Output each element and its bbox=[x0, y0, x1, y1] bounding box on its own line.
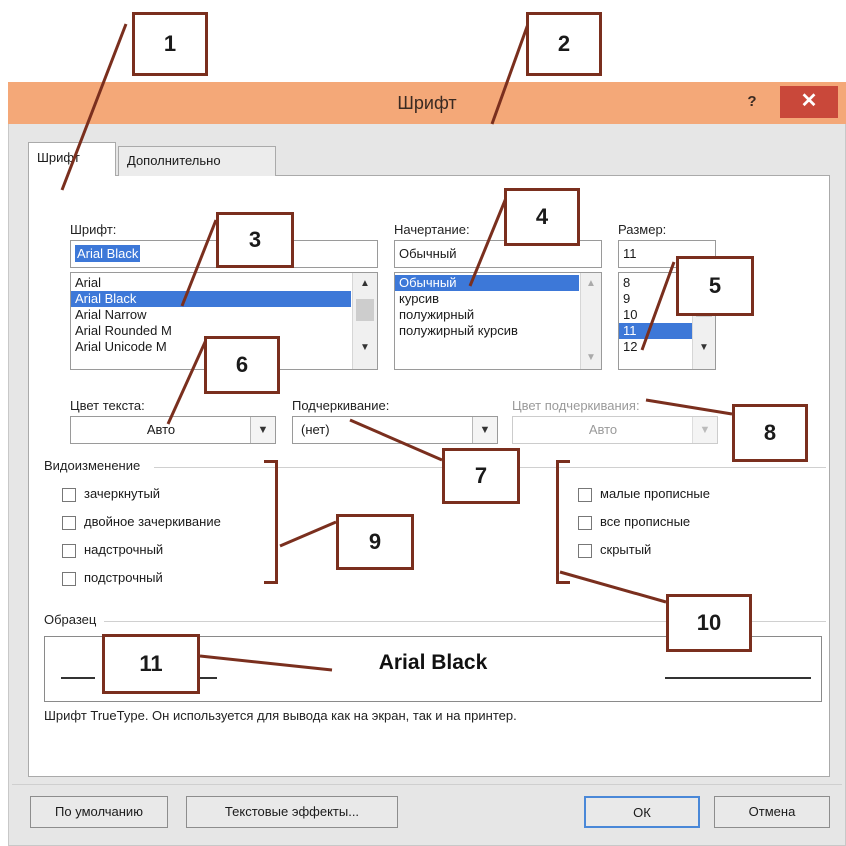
chevron-down-icon[interactable]: ▼ bbox=[250, 417, 275, 443]
bracket-10 bbox=[556, 460, 570, 584]
callout-4: 4 bbox=[504, 188, 580, 246]
all-caps-label: все прописные bbox=[600, 514, 691, 529]
underline-color-label: Цвет подчеркивания: bbox=[512, 398, 640, 413]
callout-11: 11 bbox=[102, 634, 200, 694]
underline-value: (нет) bbox=[301, 422, 330, 437]
small-caps-checkbox[interactable] bbox=[578, 488, 592, 502]
callout-3: 3 bbox=[216, 212, 294, 268]
preview-group-label: Образец bbox=[44, 612, 97, 627]
dialog-title: Шрифт bbox=[397, 93, 457, 113]
superscript-label: надстрочный bbox=[84, 542, 164, 557]
text-effects-button[interactable]: Текстовые эффекты... bbox=[186, 796, 398, 828]
font-list-item[interactable]: Arial bbox=[71, 275, 351, 291]
callout-5: 5 bbox=[676, 256, 754, 316]
small-caps-label: малые прописные bbox=[600, 486, 710, 501]
hidden-checkbox[interactable] bbox=[578, 544, 592, 558]
scroll-thumb[interactable] bbox=[356, 299, 374, 321]
chevron-down-icon: ▼ bbox=[692, 417, 717, 443]
underline-color-select: Авто ▼ bbox=[512, 416, 718, 444]
scroll-down-icon[interactable]: ▼ bbox=[581, 351, 601, 365]
set-default-button[interactable]: По умолчанию bbox=[30, 796, 168, 828]
size-list-item[interactable]: 11 bbox=[619, 323, 693, 339]
baseline-right bbox=[665, 677, 811, 679]
callout-6: 6 bbox=[204, 336, 280, 394]
footer-divider bbox=[12, 784, 842, 785]
style-list-item[interactable]: Обычный bbox=[395, 275, 579, 291]
style-list[interactable]: Обычный курсив полужирный полужирный курсив… bbox=[394, 272, 602, 370]
scroll-down-icon[interactable]: ▼ bbox=[693, 341, 715, 355]
scroll-down-icon[interactable]: ▼ bbox=[353, 341, 377, 355]
subscript-checkbox[interactable] bbox=[62, 572, 76, 586]
text-color-select[interactable]: Авто ▼ bbox=[70, 416, 276, 444]
style-list-scrollbar[interactable]: ▲ ▼ bbox=[580, 273, 601, 369]
callout-1: 1 bbox=[132, 12, 208, 76]
underline-select[interactable]: (нет) ▼ bbox=[292, 416, 498, 444]
style-items: Обычный курсив полужирный полужирный курсив bbox=[395, 275, 579, 339]
close-icon: ✕ bbox=[800, 90, 818, 112]
size-list-item[interactable]: 12 bbox=[619, 339, 693, 355]
preview-note: Шрифт TrueType. Он используется для выво… bbox=[44, 708, 517, 723]
effects-group-label: Видоизменение bbox=[44, 458, 141, 473]
callout-10: 10 bbox=[666, 594, 752, 652]
callout-8: 8 bbox=[732, 404, 808, 462]
underline-label: Подчеркивание: bbox=[292, 398, 390, 413]
callout-7: 7 bbox=[442, 448, 520, 504]
font-label: Шрифт: bbox=[70, 222, 117, 237]
strikethrough-label: зачеркнутый bbox=[84, 486, 161, 501]
double-strikethrough-label: двойное зачеркивание bbox=[84, 514, 221, 529]
tab-font[interactable]: Шрифт bbox=[28, 142, 116, 176]
subscript-label: подстрочный bbox=[84, 570, 163, 585]
callout-9: 9 bbox=[336, 514, 414, 570]
font-list-item[interactable]: Arial Narrow bbox=[71, 307, 351, 323]
help-button[interactable]: ? bbox=[732, 88, 772, 116]
hidden-label: скрытый bbox=[600, 542, 652, 557]
underline-color-value: Авто bbox=[588, 422, 618, 437]
scroll-up-icon[interactable]: ▲ bbox=[581, 277, 601, 291]
scroll-up-icon[interactable]: ▲ bbox=[353, 277, 377, 291]
style-label: Начертание: bbox=[394, 222, 470, 237]
cancel-button[interactable]: Отмена bbox=[714, 796, 830, 828]
bracket-9 bbox=[264, 460, 278, 584]
font-list-item[interactable]: Arial Black bbox=[71, 291, 351, 307]
strikethrough-checkbox[interactable] bbox=[62, 488, 76, 502]
font-list-scrollbar[interactable]: ▲ ▼ bbox=[352, 273, 377, 369]
style-list-item[interactable]: полужирный bbox=[395, 307, 579, 323]
superscript-checkbox[interactable] bbox=[62, 544, 76, 558]
text-color-label: Цвет текста: bbox=[70, 398, 145, 413]
tab-advanced[interactable]: Дополнительно bbox=[118, 146, 276, 176]
font-input-value: Arial Black bbox=[75, 245, 141, 262]
ok-button[interactable]: ОК bbox=[584, 796, 700, 828]
close-button[interactable]: ✕ bbox=[780, 86, 838, 118]
callout-2: 2 bbox=[526, 12, 602, 76]
size-label: Размер: bbox=[618, 222, 667, 237]
style-list-item[interactable]: полужирный курсив bbox=[395, 323, 579, 339]
all-caps-checkbox[interactable] bbox=[578, 516, 592, 530]
text-color-value: Авто bbox=[146, 422, 176, 437]
style-list-item[interactable]: курсив bbox=[395, 291, 579, 307]
double-strikethrough-checkbox[interactable] bbox=[62, 516, 76, 530]
baseline-left bbox=[61, 677, 95, 679]
chevron-down-icon[interactable]: ▼ bbox=[472, 417, 497, 443]
